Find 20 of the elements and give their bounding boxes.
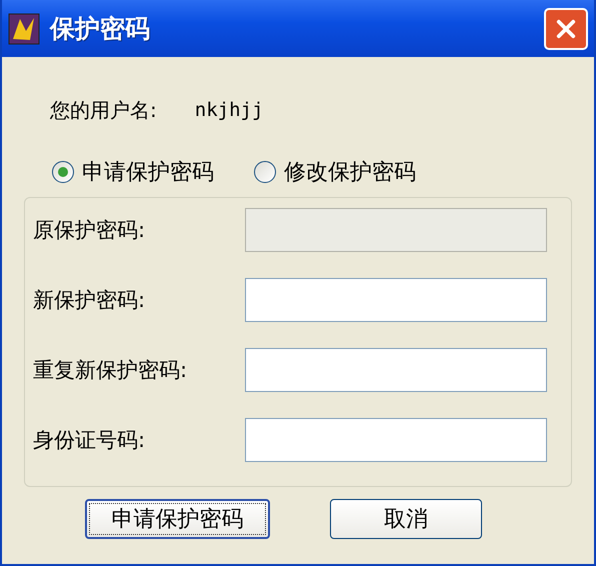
username-value: nkjhjj [194, 99, 264, 121]
radio-button[interactable] [254, 161, 276, 183]
apply-button[interactable]: 申请保护密码 [85, 499, 270, 539]
radio-label: 申请保护密码 [82, 159, 214, 187]
window-title: 保护密码 [50, 13, 151, 45]
field-label: 重复新保护密码: [33, 357, 188, 384]
field-label: 新保护密码: [33, 287, 146, 314]
radio-button[interactable] [52, 161, 74, 183]
close-button[interactable] [544, 8, 588, 50]
cancel-button[interactable]: 取消 [330, 499, 482, 539]
radio-label: 修改保护密码 [284, 159, 416, 187]
field-label: 身份证号码: [33, 427, 146, 454]
radio-option[interactable]: 申请保护密码 [52, 157, 214, 187]
radio-option[interactable]: 修改保护密码 [254, 157, 416, 187]
input-field[interactable] [245, 278, 547, 322]
input-field[interactable] [245, 348, 547, 392]
input-field[interactable] [245, 418, 547, 462]
field-label: 原保护密码: [33, 217, 146, 244]
username-label: 您的用户名: [50, 96, 157, 124]
app-icon [8, 12, 40, 44]
